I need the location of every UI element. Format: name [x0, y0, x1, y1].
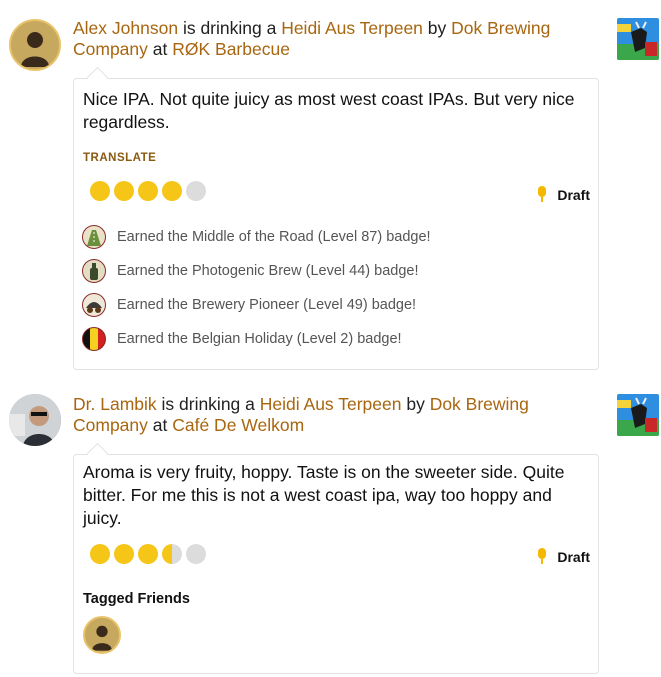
beer-link[interactable]: Heidi Aus Terpeen [260, 394, 402, 414]
headline-text: at [147, 415, 173, 435]
beer-label-image[interactable] [617, 394, 659, 436]
venue-link[interactable]: Café De Welkom [172, 415, 304, 435]
venue-link[interactable]: RØK Barbecue [172, 39, 290, 59]
draft-tap-icon [537, 185, 547, 206]
checkin-headline: Dr. Lambik is drinking a Heidi Aus Terpe… [73, 394, 573, 436]
road-badge-icon [82, 225, 106, 249]
rating-cap-icon [162, 544, 182, 564]
user-avatar[interactable] [9, 394, 61, 446]
rating-cap-icon [90, 181, 110, 201]
headline-text: by [401, 394, 430, 414]
badge-text: Earned the Photogenic Brew (Level 44) ba… [117, 263, 419, 279]
headline-text: is drinking a [156, 394, 260, 414]
checkin-card: Aroma is very fruity, hoppy. Taste is on… [73, 442, 599, 674]
goat-label-icon [617, 394, 659, 436]
tagged-friends-heading: Tagged Friends [83, 591, 190, 607]
checkin-comment: Aroma is very fruity, hoppy. Taste is on… [83, 462, 565, 528]
translate-link[interactable]: TRANSLATE [83, 152, 156, 164]
user-link[interactable]: Alex Johnson [73, 18, 178, 38]
rating-caps [90, 181, 210, 201]
rating-cap-icon [114, 544, 134, 564]
serving-label: Draft [557, 549, 590, 565]
serving-type: Draft [537, 185, 590, 206]
serving-label: Draft [557, 187, 590, 203]
wagon-badge-icon [82, 293, 106, 317]
user-avatar[interactable] [9, 19, 61, 71]
headline-text: at [147, 39, 173, 59]
tagged-friend-avatar[interactable] [83, 616, 121, 654]
default-user-icon [21, 32, 49, 67]
user-link[interactable]: Dr. Lambik [73, 394, 157, 414]
badge-text: Earned the Middle of the Road (Level 87)… [117, 229, 431, 245]
badge-text: Earned the Brewery Pioneer (Level 49) ba… [117, 297, 417, 313]
checkin-card: Nice IPA. Not quite juicy as most west c… [73, 66, 599, 370]
serving-type: Draft [537, 547, 590, 568]
headline-text: is drinking a [178, 18, 282, 38]
belgium-flag-badge-icon [82, 327, 106, 351]
user-photo-icon [9, 394, 61, 446]
draft-tap-icon [537, 547, 547, 568]
badge-text: Earned the Belgian Holiday (Level 2) bad… [117, 331, 402, 347]
headline-text: by [422, 18, 452, 38]
rating-cap-icon [186, 544, 206, 564]
beer-label-image[interactable] [617, 18, 659, 60]
beer-link[interactable]: Heidi Aus Terpeen [281, 18, 423, 38]
rating-caps [90, 544, 210, 564]
default-user-icon [92, 625, 112, 651]
rating-cap-icon [114, 181, 134, 201]
checkin-headline: Alex Johnson is drinking a Heidi Aus Ter… [73, 18, 573, 60]
rating-cap-icon [90, 544, 110, 564]
rating-cap-icon [162, 181, 182, 201]
camera-bottle-badge-icon [82, 259, 106, 283]
rating-cap-icon [186, 181, 206, 201]
rating-cap-icon [138, 544, 158, 564]
goat-label-icon [617, 18, 659, 60]
checkin-comment: Nice IPA. Not quite juicy as most west c… [83, 89, 575, 132]
card-notch [86, 66, 109, 89]
rating-cap-icon [138, 181, 158, 201]
